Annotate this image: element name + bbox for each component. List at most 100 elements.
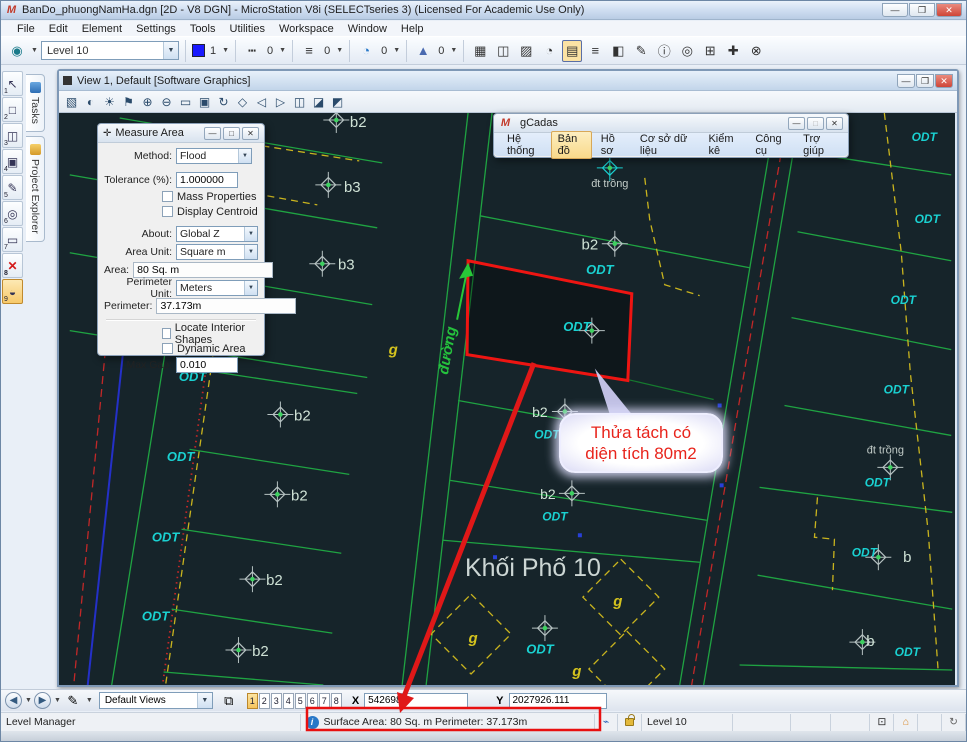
- view-minimize-button[interactable]: —: [897, 74, 915, 88]
- tab-project-explorer[interactable]: Project Explorer: [26, 136, 45, 242]
- manipulate-tool[interactable]: ◫3: [2, 123, 23, 148]
- accudraw-icon[interactable]: ✚: [723, 40, 743, 62]
- gcadas-close-button[interactable]: ✕: [826, 117, 843, 130]
- groups-tool[interactable]: ◎6: [2, 201, 23, 226]
- active-level-combo[interactable]: Level 10 ▼: [41, 41, 179, 60]
- priority-icon[interactable]: ▲: [413, 40, 433, 62]
- models-icon[interactable]: ▦: [470, 40, 490, 62]
- menu-window[interactable]: Window: [342, 23, 393, 35]
- max-gap-input[interactable]: [176, 357, 238, 373]
- locks-icon[interactable]: [618, 714, 642, 731]
- view-display-menu-icon[interactable]: ▧: [63, 93, 80, 111]
- active-color-swatch[interactable]: [192, 44, 205, 57]
- dialog-close-button[interactable]: ✕: [242, 127, 259, 140]
- line-style-icon[interactable]: ┅: [242, 40, 262, 62]
- level-display-icon[interactable]: ▤: [562, 40, 582, 62]
- gcadas-menu-hệ-thống[interactable]: Hệ thống: [500, 131, 549, 159]
- view-toggle-4[interactable]: 4: [283, 693, 294, 709]
- measure-tool[interactable]: ◒9: [2, 279, 23, 304]
- display-centroid-checkbox[interactable]: [162, 206, 173, 217]
- gcadas-maximize-button[interactable]: □: [807, 117, 824, 130]
- dynamic-area-checkbox[interactable]: [162, 343, 173, 354]
- view-toggle-5[interactable]: 5: [295, 693, 306, 709]
- view-next-icon[interactable]: ▷: [272, 93, 289, 111]
- chevron-down-icon[interactable]: ▼: [54, 697, 61, 704]
- delete-element-tool[interactable]: ✕8: [2, 253, 23, 278]
- title-bar[interactable]: M BanDo_phuongNamHa.dgn [2D - V8 DGN] - …: [1, 1, 966, 20]
- raster-manager-icon[interactable]: ▨: [516, 40, 536, 62]
- zoom-out-icon[interactable]: ⊖: [158, 93, 175, 111]
- gcadas-menu-cơ-sở-dữ-liệu[interactable]: Cơ sở dữ liệu: [633, 131, 700, 159]
- view-toggle-2[interactable]: 2: [259, 693, 270, 709]
- view-toggle-8[interactable]: 8: [331, 693, 342, 709]
- gcadas-minimize-button[interactable]: —: [788, 117, 805, 130]
- fence-status-icon[interactable]: ⌂: [894, 714, 918, 731]
- point-clouds-icon[interactable]: ◔: [539, 40, 559, 62]
- menu-element[interactable]: Element: [76, 23, 128, 35]
- about-combo[interactable]: Global Z ▼: [176, 226, 258, 242]
- adjust-colors-icon[interactable]: ◐: [82, 93, 99, 111]
- zoom-in-icon[interactable]: ⊕: [139, 93, 156, 111]
- fit-view-icon[interactable]: ▣: [196, 93, 213, 111]
- transparency-icon[interactable]: ◔: [356, 40, 376, 62]
- brightness-icon[interactable]: ☀: [101, 93, 118, 111]
- view-toggle-6[interactable]: 6: [307, 693, 318, 709]
- mass-properties-checkbox[interactable]: [162, 191, 173, 202]
- chevron-down-icon[interactable]: ▼: [31, 47, 38, 54]
- flag-icon[interactable]: ⚑: [120, 93, 137, 111]
- tab-tasks[interactable]: Tasks: [26, 74, 45, 132]
- gcadas-menu-công-cụ[interactable]: Công cụ: [748, 131, 794, 159]
- menu-help[interactable]: Help: [395, 23, 430, 35]
- menu-edit[interactable]: Edit: [43, 23, 74, 35]
- view-maximize-button[interactable]: ❐: [916, 74, 934, 88]
- project-explorer-icon[interactable]: ⊞: [700, 40, 720, 62]
- selection-set-icon[interactable]: ⊡: [870, 714, 894, 731]
- menu-utilities[interactable]: Utilities: [224, 23, 271, 35]
- area-unit-combo[interactable]: Square m ▼: [176, 244, 258, 260]
- view-close-button[interactable]: ✕: [935, 74, 953, 88]
- manage-view-groups-icon[interactable]: ⧉: [219, 692, 239, 710]
- view-previous-icon[interactable]: ◁: [253, 93, 270, 111]
- cells-tool[interactable]: ▣4: [2, 149, 23, 174]
- active-level-status[interactable]: Level 10: [642, 714, 733, 731]
- menu-settings[interactable]: Settings: [130, 23, 182, 35]
- chevron-down-icon[interactable]: ▼: [86, 697, 93, 704]
- locate-interior-shapes-checkbox[interactable]: [162, 328, 171, 339]
- back-button[interactable]: ◀: [5, 692, 22, 709]
- line-weight-icon[interactable]: ≡: [299, 40, 319, 62]
- dgn-cache-icon[interactable]: ↻: [942, 714, 966, 731]
- pan-view-icon[interactable]: ◇: [234, 93, 251, 111]
- menu-file[interactable]: File: [11, 23, 41, 35]
- chevron-down-icon[interactable]: ▼: [450, 47, 457, 54]
- copy-view-icon[interactable]: ◫: [291, 93, 308, 111]
- markups-icon[interactable]: ✎: [631, 40, 651, 62]
- tolerance-input[interactable]: [176, 172, 238, 188]
- gcadas-menu-kiểm-kê[interactable]: Kiểm kê: [701, 131, 746, 159]
- maximize-button[interactable]: ❐: [909, 3, 935, 17]
- chevron-down-icon[interactable]: ▼: [393, 47, 400, 54]
- forward-button[interactable]: ▶: [34, 692, 51, 709]
- snap-mode-icon[interactable]: ⌁: [594, 714, 618, 731]
- y-coordinate-input[interactable]: [509, 693, 607, 709]
- element-selection-tool[interactable]: ↖1: [2, 71, 23, 96]
- saved-views-icon[interactable]: ◧: [608, 40, 628, 62]
- level-manager-icon[interactable]: ≡: [585, 40, 605, 62]
- x-coordinate-input[interactable]: [364, 693, 468, 709]
- dialog-restore-button[interactable]: □: [223, 127, 240, 140]
- method-combo[interactable]: Flood ▼: [176, 148, 252, 164]
- gcadas-menu-trợ-giúp[interactable]: Trợ giúp: [796, 131, 842, 159]
- toggles-icon[interactable]: ⊗: [746, 40, 766, 62]
- close-button[interactable]: ✕: [936, 3, 962, 17]
- chevron-down-icon[interactable]: ▼: [222, 47, 229, 54]
- clip-mask-icon[interactable]: ◩: [329, 93, 346, 111]
- chevron-down-icon[interactable]: ▼: [279, 47, 286, 54]
- annotation-tool-icon[interactable]: ✎: [63, 692, 83, 710]
- element-info-icon[interactable]: ⓘ: [654, 40, 674, 62]
- references-icon[interactable]: ◫: [493, 40, 513, 62]
- gcadas-menu-hồ-sơ[interactable]: Hồ sơ: [594, 131, 631, 159]
- menu-workspace[interactable]: Workspace: [273, 23, 340, 35]
- window-area-icon[interactable]: ▭: [177, 93, 194, 111]
- gcadas-menu-bản-đồ[interactable]: Bản đồ: [551, 131, 592, 159]
- rotate-view-icon[interactable]: ↻: [215, 93, 232, 111]
- clip-volume-icon[interactable]: ◪: [310, 93, 327, 111]
